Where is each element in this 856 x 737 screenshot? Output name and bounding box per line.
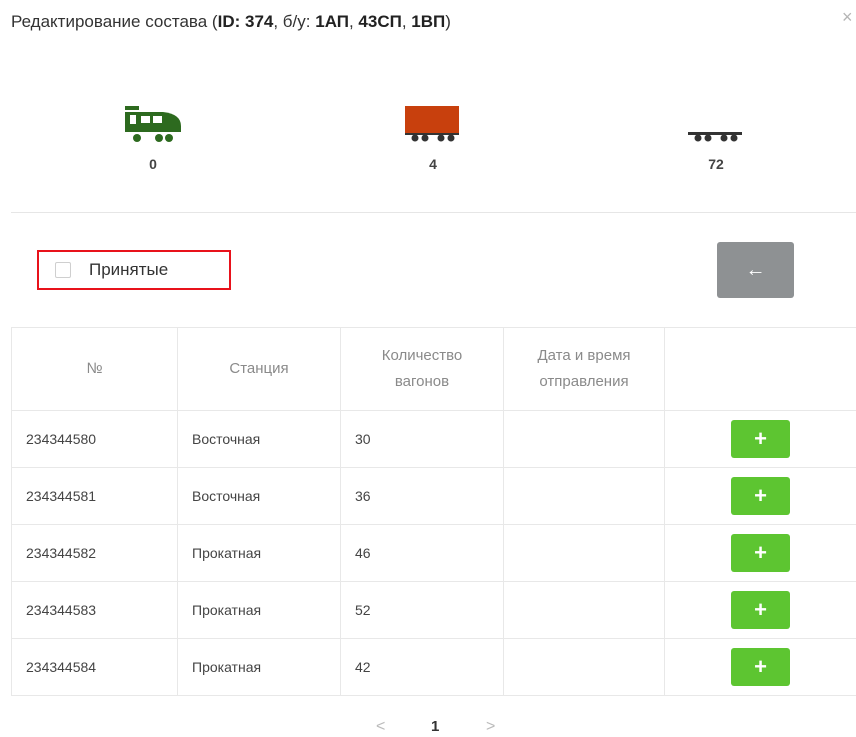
column-header-wagons: Количество вагонов xyxy=(340,327,504,411)
cell-action: + xyxy=(664,467,856,525)
add-button[interactable]: + xyxy=(731,648,790,686)
cell-station: Прокатная xyxy=(177,638,341,696)
cell-wagons: 52 xyxy=(340,581,504,639)
cell-number: 234344584 xyxy=(11,638,178,696)
column-header-number: № xyxy=(11,327,178,411)
table-row: 234344584 Прокатная 42 + xyxy=(11,638,856,696)
table-row: 234344583 Прокатная 52 + xyxy=(11,581,856,639)
next-page-button[interactable]: > xyxy=(486,718,495,736)
table-row: 234344582 Прокатная 46 + xyxy=(11,524,856,582)
cell-datetime xyxy=(503,467,665,525)
flatcar-icon xyxy=(688,132,742,142)
cell-wagons: 30 xyxy=(340,410,504,468)
back-button[interactable]: ← xyxy=(717,242,794,298)
locomotive-count: 0 xyxy=(149,156,157,172)
cell-number: 234344582 xyxy=(11,524,178,582)
boxcar-count: 4 xyxy=(429,156,437,172)
arrow-left-icon: ← xyxy=(745,258,766,281)
divider xyxy=(11,212,856,213)
boxcar-stat: 4 xyxy=(393,104,473,172)
cell-station: Прокатная xyxy=(177,581,341,639)
trains-table: № Станция Количество вагонов Дата и врем… xyxy=(11,327,856,696)
boxcar-icon xyxy=(405,106,459,142)
cell-station: Восточная xyxy=(177,467,341,525)
dialog-title: Редактирование состава (ID: 374, б/у: 1А… xyxy=(11,12,451,31)
add-button[interactable]: + xyxy=(731,534,790,572)
column-header-datetime: Дата и время отправления xyxy=(503,327,665,411)
column-header-station: Станция xyxy=(177,327,341,411)
cell-datetime xyxy=(503,410,665,468)
cell-datetime xyxy=(503,638,665,696)
cell-action: + xyxy=(664,524,856,582)
cell-station: Восточная xyxy=(177,410,341,468)
accepted-filter[interactable]: Принятые xyxy=(37,250,231,290)
flatcar-stat: 72 xyxy=(676,104,756,172)
cell-action: + xyxy=(664,638,856,696)
add-button[interactable]: + xyxy=(731,591,790,629)
flatcar-count: 72 xyxy=(708,156,724,172)
accepted-checkbox[interactable] xyxy=(55,262,71,278)
close-icon[interactable]: × xyxy=(842,8,856,26)
cell-datetime xyxy=(503,524,665,582)
table-row: 234344581 Восточная 36 + xyxy=(11,467,856,525)
locomotive-icon xyxy=(125,106,181,142)
cell-number: 234344581 xyxy=(11,467,178,525)
cell-wagons: 36 xyxy=(340,467,504,525)
cell-wagons: 42 xyxy=(340,638,504,696)
locomotive-stat: 0 xyxy=(113,104,193,172)
cell-number: 234344583 xyxy=(11,581,178,639)
cell-number: 234344580 xyxy=(11,410,178,468)
add-button[interactable]: + xyxy=(731,420,790,458)
cell-wagons: 46 xyxy=(340,524,504,582)
prev-page-button[interactable]: < xyxy=(376,718,385,736)
cell-action: + xyxy=(664,581,856,639)
table-header-row: № Станция Количество вагонов Дата и врем… xyxy=(11,327,856,411)
cell-action: + xyxy=(664,410,856,468)
add-button[interactable]: + xyxy=(731,477,790,515)
table-row: 234344580 Восточная 30 + xyxy=(11,410,856,468)
page-number[interactable]: 1 xyxy=(431,718,439,735)
accepted-label[interactable]: Принятые xyxy=(89,260,168,280)
column-header-action xyxy=(664,327,856,411)
cell-station: Прокатная xyxy=(177,524,341,582)
cell-datetime xyxy=(503,581,665,639)
